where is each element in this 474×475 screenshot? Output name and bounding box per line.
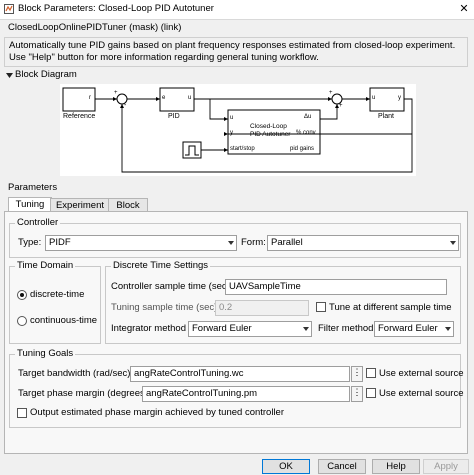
radio-selected-dot bbox=[20, 293, 24, 297]
phase-margin-value: angRateControlTuning.pm bbox=[146, 388, 258, 399]
plant-label: Plant bbox=[378, 113, 394, 120]
port-gains-label: pid gains bbox=[290, 146, 315, 152]
port-e-label: e bbox=[162, 95, 166, 101]
discrete-settings-label: Discrete Time Settings bbox=[111, 260, 211, 271]
external-phase-label: Use external source bbox=[379, 388, 464, 399]
port-u-plant-label: u bbox=[372, 95, 376, 101]
tab-tuning[interactable]: Tuning bbox=[8, 197, 52, 212]
tuning-goals-label: Tuning Goals bbox=[15, 348, 76, 359]
controller-group-label: Controller bbox=[15, 217, 61, 228]
port-u-pid-label: u bbox=[188, 95, 192, 101]
sum1-plus: + bbox=[114, 90, 118, 96]
port-pconv-label: % conv bbox=[296, 130, 316, 136]
radio-continuous-time[interactable] bbox=[17, 316, 27, 326]
ok-button[interactable]: OK bbox=[262, 459, 310, 474]
chevron-down-icon bbox=[228, 241, 234, 245]
type-dropdown[interactable]: PIDF bbox=[45, 235, 237, 251]
filter-dropdown[interactable]: Forward Euler bbox=[374, 321, 454, 337]
parameters-header: Parameters bbox=[8, 182, 58, 193]
controller-sample-input[interactable]: UAVSampleTime bbox=[225, 279, 447, 295]
time-domain-label: Time Domain bbox=[15, 260, 76, 271]
external-bandwidth-checkbox[interactable] bbox=[366, 368, 376, 378]
phase-margin-label: Target phase margin (degrees) bbox=[18, 388, 148, 399]
controller-sample-label: Controller sample time (sec) bbox=[111, 281, 230, 292]
sum2-plus-lower: + bbox=[339, 103, 343, 109]
window-title: Block Parameters: Closed-Loop PID Autotu… bbox=[18, 3, 214, 14]
autotuner-title-2: PID Autotuner bbox=[250, 131, 291, 138]
form-value: Parallel bbox=[271, 237, 303, 248]
filter-label: Filter method bbox=[318, 323, 374, 334]
port-y-in-label: y bbox=[230, 130, 233, 136]
bandwidth-value: angRateControlTuning.wc bbox=[134, 368, 244, 379]
bandwidth-label: Target bandwidth (rad/sec) bbox=[18, 368, 131, 379]
integrator-label: Integrator method bbox=[111, 323, 186, 334]
filter-value: Forward Euler bbox=[378, 323, 438, 334]
reference-label: Reference bbox=[63, 113, 96, 120]
output-phase-margin-label: Output estimated phase margin achieved b… bbox=[30, 407, 285, 418]
description-text: Automatically tune PID gains based on pl… bbox=[9, 40, 456, 63]
controller-sample-value: UAVSampleTime bbox=[229, 281, 301, 292]
chevron-down-icon bbox=[303, 327, 309, 331]
chevron-down-icon bbox=[445, 327, 451, 331]
bandwidth-input[interactable]: angRateControlTuning.wc bbox=[130, 366, 350, 382]
chevron-down-icon bbox=[450, 241, 456, 245]
tab-experiment[interactable]: Experiment bbox=[50, 198, 110, 212]
pid-label: PID bbox=[168, 113, 180, 120]
bandwidth-more-button[interactable]: ⋮ bbox=[351, 366, 363, 382]
tune-different-checkbox[interactable] bbox=[316, 302, 326, 312]
phase-margin-more-button[interactable]: ⋮ bbox=[351, 386, 363, 402]
simulink-app-icon bbox=[4, 4, 14, 14]
time-domain-group bbox=[9, 266, 101, 344]
port-start-label: start/stop bbox=[230, 146, 255, 152]
sum1-minus: - bbox=[124, 102, 127, 109]
radio-discrete-time[interactable] bbox=[17, 290, 27, 300]
port-du-label: Δu bbox=[304, 114, 312, 120]
form-label: Form: bbox=[241, 237, 266, 248]
type-label: Type: bbox=[18, 237, 42, 248]
port-r-label: r bbox=[89, 95, 91, 101]
discrete-time-label: discrete-time bbox=[30, 289, 85, 300]
mask-subtitle: ClosedLoopOnlinePIDTuner (mask) (link) bbox=[8, 22, 182, 33]
continuous-time-label: continuous-time bbox=[30, 315, 98, 326]
description-box: Automatically tune PID gains based on pl… bbox=[4, 37, 468, 67]
tuning-tab-panel: Controller Type: PIDF Form: Parallel Tim… bbox=[4, 211, 468, 454]
tuning-sample-input[interactable]: 0.2 bbox=[215, 300, 309, 316]
external-bandwidth-label: Use external source bbox=[379, 368, 464, 379]
integrator-dropdown[interactable]: Forward Euler bbox=[188, 321, 312, 337]
tab-block[interactable]: Block bbox=[108, 198, 148, 212]
integrator-value: Forward Euler bbox=[192, 323, 252, 334]
cancel-button[interactable]: Cancel bbox=[318, 459, 366, 474]
phase-margin-input[interactable]: angRateControlTuning.pm bbox=[142, 386, 350, 402]
autotuner-title-1: Closed-Loop bbox=[250, 123, 287, 130]
type-value: PIDF bbox=[49, 237, 71, 248]
title-bar: Block Parameters: Closed-Loop PID Autotu… bbox=[0, 0, 474, 20]
tune-different-label: Tune at different sample time bbox=[329, 302, 452, 313]
tuning-sample-label: Tuning sample time (sec) bbox=[111, 302, 218, 313]
port-u-in-label: u bbox=[230, 115, 234, 121]
sum2-plus: + bbox=[329, 90, 333, 96]
block-diagram: Reference PID Plant r e u u y + - + + Cl… bbox=[60, 84, 416, 176]
apply-button[interactable]: Apply bbox=[423, 459, 469, 474]
external-phase-checkbox[interactable] bbox=[366, 388, 376, 398]
tuning-sample-value: 0.2 bbox=[219, 302, 233, 313]
port-y-plant-label: y bbox=[398, 95, 401, 101]
collapse-triangle-icon[interactable] bbox=[6, 71, 13, 82]
form-dropdown[interactable]: Parallel bbox=[267, 235, 459, 251]
block-diagram-header: Block Diagram bbox=[15, 69, 77, 80]
close-icon[interactable]: ✕ bbox=[458, 2, 470, 16]
output-phase-margin-checkbox[interactable] bbox=[17, 408, 27, 418]
help-button[interactable]: Help bbox=[372, 459, 420, 474]
